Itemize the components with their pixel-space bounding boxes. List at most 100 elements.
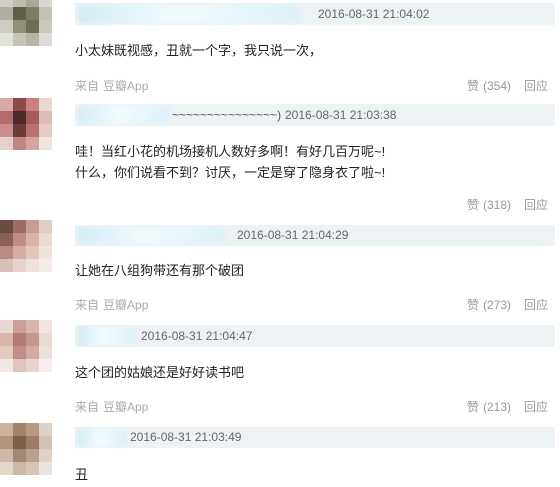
comment-text-line: 什么，你们说看不到？讨厌，一定是穿了隐身衣了啦~!	[75, 165, 386, 180]
avatar-mosaic-cell	[39, 346, 52, 359]
source-app-link[interactable]: 豆瓣App	[103, 400, 148, 414]
comment-source: 来自 豆瓣App	[75, 78, 148, 94]
avatar-mosaic-cell	[0, 98, 13, 111]
reply-button[interactable]: 回应	[524, 297, 548, 313]
avatar-mosaic-cell	[13, 359, 26, 372]
avatar[interactable]	[0, 98, 52, 150]
avatar-mosaic-cell	[26, 259, 39, 272]
like-count: (318)	[483, 198, 512, 212]
like-button[interactable]: 赞 (354)	[467, 78, 511, 94]
comment-header: 2016-08-31 21:04:29	[75, 225, 555, 246]
comment-text-line: 哇！当红小花的机场接机人数好多啊！有好几百万呢~!	[75, 144, 386, 159]
like-button[interactable]: 赞 (318)	[467, 197, 511, 213]
author-name-blurred[interactable]	[78, 227, 225, 244]
avatar-mosaic-cell	[39, 259, 52, 272]
comment-footer: 来自 豆瓣App 赞 (273) 回应	[75, 297, 555, 313]
avatar-mosaic-cell	[13, 423, 26, 436]
avatar-mosaic-cell	[0, 124, 13, 137]
avatar-mosaic-cell	[26, 359, 39, 372]
avatar-mosaic-cell	[0, 320, 13, 333]
avatar-mosaic-cell	[0, 346, 13, 359]
avatar-mosaic-cell	[26, 0, 39, 7]
avatar-mosaic-cell	[0, 20, 13, 33]
comment-source: 来自 豆瓣App	[75, 399, 148, 415]
avatar-mosaic-cell	[26, 423, 39, 436]
comment-header: 2016-08-31 21:04:47	[75, 325, 555, 347]
avatar-mosaic-cell	[0, 7, 13, 20]
avatar-mosaic-cell	[39, 220, 52, 233]
avatar-mosaic-cell	[39, 98, 52, 111]
comment-text-line: 让她在八组狗带还有那个破团	[75, 263, 245, 278]
avatar[interactable]	[0, 0, 52, 46]
avatar-mosaic-cell	[13, 346, 26, 359]
avatar-mosaic-cell	[26, 220, 39, 233]
reply-button[interactable]: 回应	[524, 197, 548, 213]
comment-text-line: 丑	[75, 467, 89, 482]
comment-text: 小太妹既视感，丑就一个字，我只说一次，	[75, 40, 322, 61]
avatar-mosaic-cell	[0, 359, 13, 372]
source-app-link[interactable]: 豆瓣App	[103, 298, 148, 312]
comment-text-line: 小太妹既视感，丑就一个字，我只说一次，	[75, 43, 323, 58]
avatar-mosaic-cell	[26, 449, 39, 462]
avatar-mosaic-cell	[26, 462, 39, 475]
avatar-mosaic-cell	[26, 246, 39, 259]
avatar[interactable]	[0, 320, 52, 372]
comment-source: 来自 豆瓣App	[75, 297, 148, 313]
avatar-mosaic-cell	[13, 320, 26, 333]
comment-text: 丑	[75, 464, 88, 485]
avatar-mosaic-cell	[0, 462, 13, 475]
author-name-visible-part[interactable]: ~~~~~~~~~~~~~~~)	[172, 104, 281, 126]
comment-text: 哇！当红小花的机场接机人数好多啊！有好几百万呢~! 什么，你们说看不到？讨厌，一…	[75, 141, 385, 183]
comment-text: 这个团的姑娘还是好好读书吧	[75, 362, 244, 383]
avatar[interactable]	[0, 423, 52, 475]
avatar-mosaic-cell	[39, 246, 52, 259]
like-button[interactable]: 赞 (213)	[467, 399, 511, 415]
avatar-mosaic-cell	[39, 0, 52, 7]
avatar-mosaic-cell	[26, 7, 39, 20]
comment-footer: 赞 (318) 回应	[75, 197, 555, 213]
reply-button[interactable]: 回应	[524, 78, 548, 94]
avatar-mosaic-cell	[39, 320, 52, 333]
avatar-mosaic-cell	[39, 436, 52, 449]
source-prefix: 来自	[75, 400, 100, 414]
reply-button[interactable]: 回应	[524, 399, 548, 415]
avatar-mosaic-cell	[39, 333, 52, 346]
comment-text-line: 这个团的姑娘还是好好读书吧	[75, 365, 245, 380]
avatar-mosaic-cell	[0, 220, 13, 233]
avatar-mosaic-cell	[13, 20, 26, 33]
avatar-mosaic-cell	[39, 111, 52, 124]
comment-time: 2016-08-31 21:04:47	[141, 329, 253, 343]
avatar-mosaic-cell	[39, 449, 52, 462]
avatar-mosaic-cell	[39, 137, 52, 150]
avatar-mosaic-cell	[39, 33, 52, 46]
avatar-mosaic-cell	[39, 233, 52, 246]
comment-time: 2016-08-31 21:03:49	[130, 430, 242, 444]
avatar-mosaic-cell	[13, 111, 26, 124]
like-label: 赞	[467, 198, 480, 212]
author-name-blurred[interactable]	[78, 327, 135, 345]
author-name-blurred[interactable]	[78, 106, 170, 124]
author-name-blurred[interactable]	[78, 429, 126, 446]
avatar-mosaic-cell	[0, 333, 13, 346]
avatar-mosaic-cell	[13, 333, 26, 346]
avatar-mosaic-cell	[39, 124, 52, 137]
avatar-mosaic-cell	[0, 137, 13, 150]
avatar-mosaic-cell	[13, 462, 26, 475]
avatar-mosaic-cell	[0, 233, 13, 246]
like-label: 赞	[467, 298, 480, 312]
avatar-mosaic-cell	[26, 333, 39, 346]
avatar-mosaic-cell	[13, 0, 26, 7]
avatar-mosaic-cell	[26, 98, 39, 111]
avatar-mosaic-cell	[0, 449, 13, 462]
source-app-link[interactable]: 豆瓣App	[103, 79, 148, 93]
avatar[interactable]	[0, 220, 52, 272]
comment-header: 2016-08-31 21:03:49	[75, 427, 555, 448]
avatar-mosaic-cell	[26, 33, 39, 46]
source-prefix: 来自	[75, 298, 100, 312]
like-button[interactable]: 赞 (273)	[467, 297, 511, 313]
avatar-mosaic-cell	[13, 220, 26, 233]
avatar-mosaic-cell	[26, 111, 39, 124]
author-name-blurred[interactable]	[78, 5, 300, 23]
avatar-mosaic-cell	[13, 137, 26, 150]
like-count: (354)	[483, 79, 512, 93]
